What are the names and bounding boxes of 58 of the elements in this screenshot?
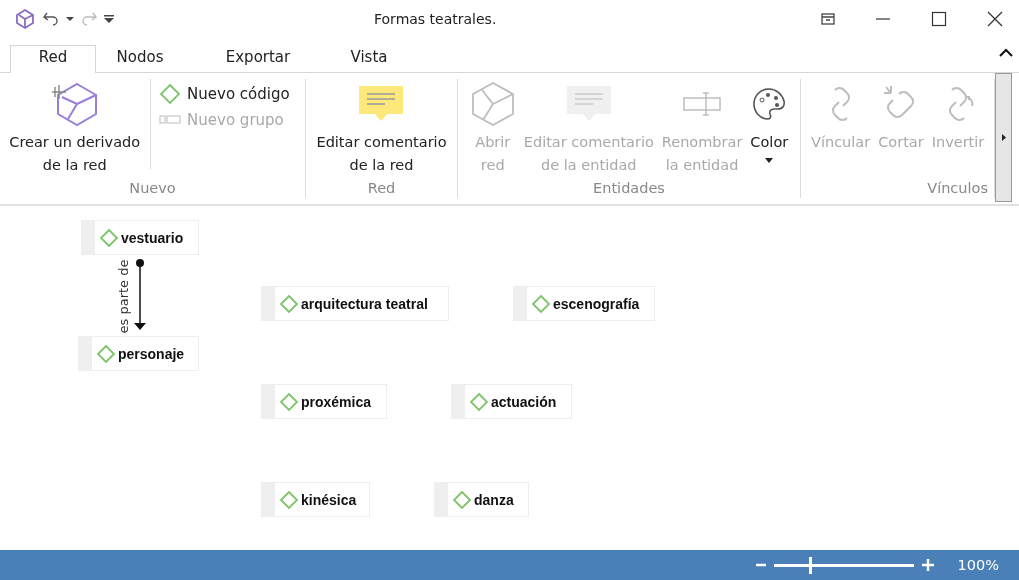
app-logo-icon[interactable] <box>14 8 36 30</box>
zoom-in-icon[interactable] <box>921 559 934 571</box>
code-node[interactable]: actuación <box>451 384 572 419</box>
code-node[interactable]: vestuario <box>81 220 199 255</box>
node-label: danza <box>474 491 514 508</box>
node-label: proxémica <box>301 393 372 410</box>
ribbon-button[interactable]: Color <box>746 79 793 163</box>
diamond-icon <box>99 227 119 248</box>
rename-field-icon <box>682 91 723 117</box>
ribbon-tab[interactable]: Vista <box>332 45 406 73</box>
node-label: personaje <box>118 345 185 362</box>
diamond-icon <box>279 391 299 412</box>
diamond-icon <box>279 293 299 314</box>
maximize-icon[interactable] <box>931 11 947 27</box>
node-label: escenografía <box>553 295 640 312</box>
code-node[interactable]: danza <box>434 482 529 517</box>
ribbon-button[interactable]: Nuevo código <box>159 83 290 105</box>
code-node[interactable]: proxémica <box>261 384 387 419</box>
network-icon <box>469 81 516 127</box>
slider-thumb[interactable] <box>808 556 812 574</box>
diamond-icon <box>279 489 299 510</box>
close-icon[interactable] <box>987 11 1003 27</box>
code-node[interactable]: personaje <box>78 336 199 371</box>
group-label: Entidades <box>592 180 666 198</box>
node-label: vestuario <box>121 229 184 246</box>
node-label: arquitectura teatral <box>301 295 428 312</box>
link-label: es parte de <box>116 259 131 334</box>
diamond-icon <box>469 391 489 412</box>
ribbon-scroll-button[interactable] <box>995 73 1012 202</box>
zoom-level: 100% <box>957 557 999 573</box>
ribbon-tab[interactable]: Nodos <box>96 45 184 73</box>
diamond-icon <box>531 293 551 314</box>
group-rectangle-icon <box>159 114 182 126</box>
link-arrow <box>134 259 146 330</box>
ribbon-button[interactable]: Editar comentario de la red <box>312 79 451 177</box>
code-node[interactable]: arquitectura teatral <box>261 286 449 321</box>
group-label: Vínculos <box>926 180 989 198</box>
collapse-ribbon-icon[interactable] <box>999 48 1013 57</box>
caret-icon[interactable] <box>66 16 74 22</box>
node-label: actuación <box>491 393 557 410</box>
window-title: Formas teatrales. <box>374 11 498 27</box>
diamond-icon <box>96 343 116 364</box>
group-label: Red <box>366 180 397 198</box>
diamond-icon <box>159 83 182 105</box>
ribbon-display-icon[interactable] <box>821 13 835 25</box>
ribbon-button[interactable]: Crear un derivado de la red <box>5 79 145 177</box>
palette-icon <box>751 86 788 122</box>
ribbon-tab[interactable]: Exportar <box>184 45 332 73</box>
code-node[interactable]: escenografía <box>513 286 655 321</box>
network-plus-icon <box>49 81 100 127</box>
customize-caret-icon[interactable] <box>104 14 114 24</box>
node-label: kinésica <box>301 491 357 508</box>
diamond-icon <box>452 489 472 510</box>
group-label: Nuevo <box>128 180 177 198</box>
undo-icon[interactable] <box>42 11 60 27</box>
caret-icon <box>1001 134 1006 141</box>
code-node[interactable]: kinésica <box>261 482 370 517</box>
ribbon-tab[interactable]: Red <box>10 45 96 73</box>
